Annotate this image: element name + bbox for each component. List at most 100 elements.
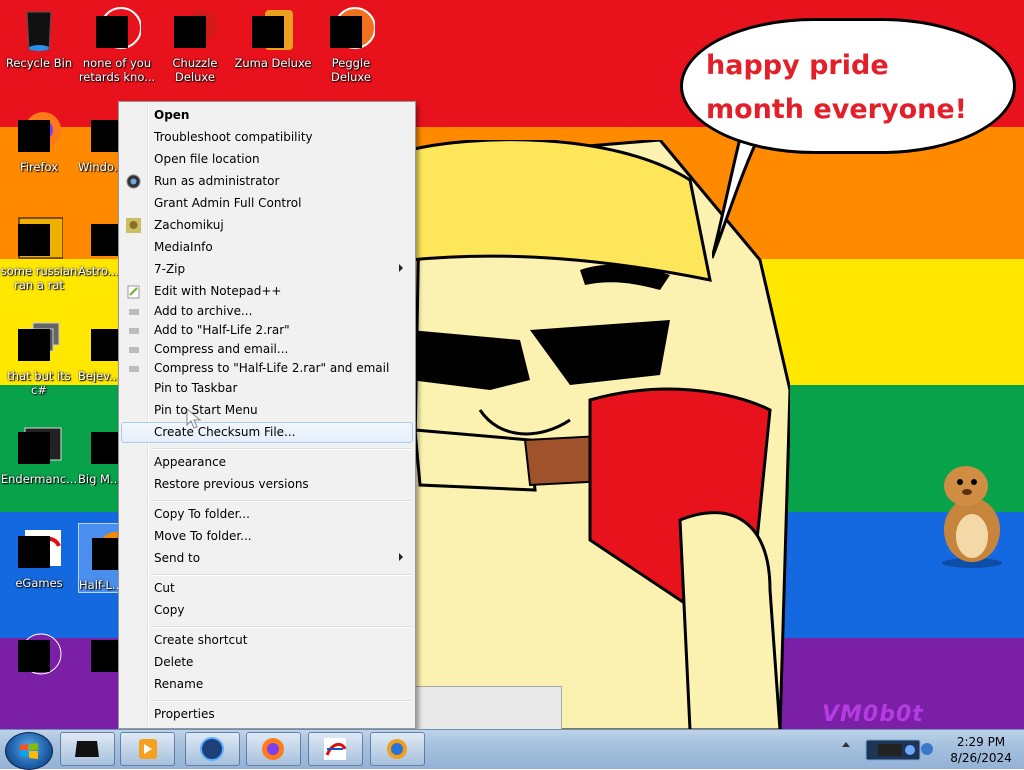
- tray-app-icon[interactable]: [864, 736, 924, 764]
- desktop-icon-windows-media[interactable]: Windo... M...: [78, 106, 118, 174]
- menu-item-zachomikuj[interactable]: Zachomikuj: [121, 215, 413, 236]
- menu-item-troubleshoot-compatibility[interactable]: Troubleshoot compatibility: [121, 127, 413, 148]
- mouse-cursor-icon: [186, 408, 202, 429]
- menu-item-create-shortcut[interactable]: Create shortcut: [121, 630, 413, 651]
- menu-item-pin-to-start-menu[interactable]: Pin to Start Menu: [121, 400, 413, 421]
- menu-item-move-to-folder[interactable]: Move To folder...: [121, 526, 413, 547]
- desktop-icon-firefox[interactable]: Firefox: [0, 106, 78, 174]
- taskbar-app-media-player[interactable]: [120, 732, 175, 766]
- menu-separator: [151, 700, 413, 702]
- redacted-block: [18, 120, 50, 152]
- menu-item-rename[interactable]: Rename: [121, 674, 413, 695]
- yellow-app-icon: [15, 214, 64, 262]
- menu-item-add-to-rar[interactable]: Add to "Half-Life 2.rar": [121, 320, 413, 341]
- dark-app-icon: [75, 741, 99, 757]
- speech-bubble-text: happy pride month everyone!: [706, 50, 967, 125]
- menu-item-compress-to-rar-and-email[interactable]: Compress to "Half-Life 2.rar" and email: [121, 358, 413, 379]
- menu-item-label: Compress and email...: [154, 342, 289, 356]
- menu-item-label: Compress to "Half-Life 2.rar" and email: [154, 361, 390, 375]
- taskbar-app-firefox[interactable]: [246, 732, 301, 766]
- desktop-icon-recycle-bin[interactable]: Recycle Bin: [0, 2, 78, 70]
- taskbar-app-egames[interactable]: [308, 732, 363, 766]
- menu-item-add-to-archive[interactable]: Add to archive...: [121, 301, 413, 322]
- menu-item-properties[interactable]: Properties: [121, 704, 413, 725]
- menu-item-open-file-location[interactable]: Open file location: [121, 149, 413, 170]
- menu-item-label: Edit with Notepad++: [154, 284, 282, 298]
- menu-item-label: Rename: [154, 677, 204, 691]
- menu-item-copy[interactable]: Copy: [121, 600, 413, 621]
- menu-item-send-to[interactable]: Send to: [121, 548, 413, 569]
- taskbar-app-globe[interactable]: [185, 732, 240, 766]
- network-icon[interactable]: [920, 742, 934, 756]
- menu-item-pin-to-taskbar[interactable]: Pin to Taskbar: [121, 378, 413, 399]
- taskbar: 2:29 PM 8/26/2024: [0, 729, 1024, 770]
- bejeweled-icon: [88, 319, 118, 367]
- desktop-icon-astro-deluxe[interactable]: Astro... Delu...: [78, 210, 118, 278]
- menu-separator: [151, 448, 413, 450]
- desktop-icon-chuzzle-deluxe[interactable]: Chuzzle Deluxe: [156, 2, 234, 84]
- menu-item-7zip[interactable]: 7-Zip: [121, 259, 413, 280]
- menu-item-cut[interactable]: Cut: [121, 578, 413, 599]
- start-button[interactable]: [5, 732, 53, 770]
- desktop-icon-orange-game[interactable]: [78, 626, 118, 680]
- menu-item-edit-with-notepad-plus-plus[interactable]: Edit with Notepad++: [121, 281, 413, 302]
- taskbar-clock[interactable]: 2:29 PM 8/26/2024: [938, 734, 1024, 766]
- admin-shield-icon: [126, 174, 141, 189]
- menu-item-label: Open file location: [154, 152, 260, 166]
- redacted-block: [174, 16, 206, 48]
- desktop-icon-csharp[interactable]: that but its c#: [0, 315, 78, 397]
- redacted-block: [91, 432, 118, 464]
- desktop-icon-bejeweled-deluxe[interactable]: Bejev... Delu...: [78, 315, 118, 383]
- zuma-icon: [249, 6, 297, 54]
- background-window: [414, 686, 562, 729]
- shooter-icon: [15, 630, 63, 678]
- desktop-icon-label: Chuzzle Deluxe: [172, 56, 218, 84]
- desktop-icon-zuma-deluxe[interactable]: Zuma Deluxe: [234, 2, 312, 70]
- menu-item-compress-and-email[interactable]: Compress and email...: [121, 339, 413, 360]
- menu-item-create-checksum-file[interactable]: Create Checksum File...: [121, 422, 413, 443]
- desktop-icon-shortcut-1[interactable]: none of you retards kno...: [78, 2, 156, 84]
- menu-item-run-as-administrator[interactable]: Run as administrator: [121, 171, 413, 192]
- show-hidden-icons-arrow-icon[interactable]: [842, 742, 850, 747]
- menu-item-open[interactable]: Open: [121, 105, 413, 126]
- chuzzle-icon: [171, 6, 219, 54]
- menu-item-label: Create shortcut: [154, 633, 248, 647]
- menu-item-delete[interactable]: Delete: [121, 652, 413, 673]
- redacted-block: [252, 16, 284, 48]
- hamster-gadget-icon: [942, 466, 1002, 568]
- submenu-arrow-icon: [399, 553, 403, 561]
- desktop-icon-egames[interactable]: eGames: [0, 522, 78, 590]
- menu-item-restore-previous-versions[interactable]: Restore previous versions: [121, 474, 413, 495]
- archive-icon: [129, 366, 139, 372]
- redacted-block: [18, 432, 50, 464]
- menu-item-copy-to-folder[interactable]: Copy To folder...: [121, 504, 413, 525]
- menu-item-mediainfo[interactable]: MediaInfo: [121, 237, 413, 258]
- menu-item-label: MediaInfo: [154, 240, 213, 254]
- hamster-icon: [126, 218, 141, 233]
- egames-icon: [15, 526, 63, 574]
- menu-item-label: Move To folder...: [154, 529, 252, 543]
- redacted-block: [18, 329, 50, 361]
- desktop-icon-peggle-deluxe[interactable]: Peggle Deluxe: [312, 2, 390, 84]
- redacted-block: [18, 536, 50, 568]
- menu-item-appearance[interactable]: Appearance: [121, 452, 413, 473]
- desktop-icon-endermanch[interactable]: Endermanc...: [0, 418, 78, 486]
- taskbar-app-internet[interactable]: [370, 732, 425, 766]
- redacted-block: [91, 640, 118, 672]
- desktop-icon-label: Zuma Deluxe: [234, 56, 312, 70]
- desktop-icon-big-money-deluxe[interactable]: Big M... Delu...: [78, 418, 118, 486]
- desktop-icon-shooter[interactable]: [0, 626, 78, 680]
- menu-item-label: Troubleshoot compatibility: [154, 130, 313, 144]
- big-money-icon: [88, 422, 118, 470]
- menu-item-label: 7-Zip: [154, 262, 186, 276]
- peggle-icon: [327, 6, 376, 54]
- menu-item-label: Grant Admin Full Control: [154, 196, 302, 210]
- desktop-icon-russian-rat[interactable]: some russian ran a rat: [0, 210, 78, 292]
- menu-item-label: Open: [154, 108, 190, 122]
- menu-item-label: Pin to Taskbar: [154, 381, 238, 395]
- desktop-icon-half-life-2[interactable]: Half-L...: [78, 523, 119, 593]
- menu-item-grant-admin-full-control[interactable]: Grant Admin Full Control: [121, 193, 413, 214]
- menu-item-label: Cut: [154, 581, 175, 595]
- taskbar-app-dark[interactable]: [60, 732, 115, 766]
- terminal-icon: [15, 422, 63, 470]
